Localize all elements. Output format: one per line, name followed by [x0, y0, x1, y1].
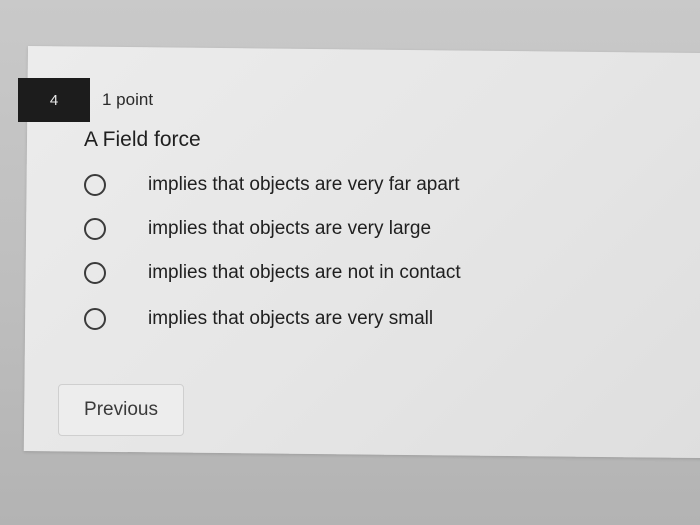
- radio-button-4[interactable]: [84, 308, 106, 330]
- answer-option-label: implies that objects are not in contact: [148, 262, 461, 283]
- answer-option-label: implies that objects are very small: [148, 308, 434, 329]
- previous-button[interactable]: Previous: [58, 384, 184, 436]
- answer-option-2[interactable]: implies that objects are very large: [84, 218, 431, 240]
- question-points: 1 point: [102, 90, 154, 109]
- radio-button-2[interactable]: [84, 218, 106, 240]
- quiz-screen: 4 1 point A Field force implies that obj…: [0, 0, 700, 525]
- question-number-badge: 4: [18, 78, 90, 122]
- answer-option-1[interactable]: implies that objects are very far apart: [84, 174, 460, 196]
- radio-button-1[interactable]: [84, 174, 106, 196]
- answer-option-3[interactable]: implies that objects are not in contact: [84, 262, 461, 284]
- radio-button-3[interactable]: [84, 262, 106, 284]
- question-text: A Field force: [84, 128, 201, 151]
- answer-option-4[interactable]: implies that objects are very small: [84, 308, 433, 330]
- answer-option-label: implies that objects are very large: [148, 218, 432, 239]
- answer-option-label: implies that objects are very far apart: [148, 174, 460, 195]
